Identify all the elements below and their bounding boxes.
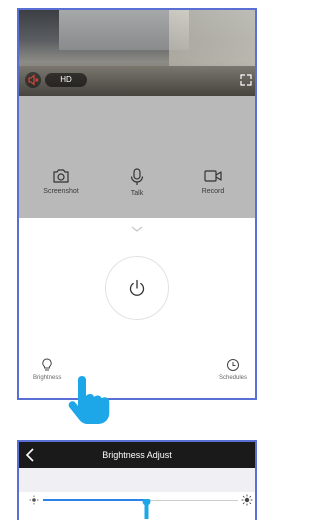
back-arrow-icon[interactable] bbox=[23, 447, 37, 463]
brightness-label: Brightness bbox=[33, 375, 62, 381]
record-button[interactable]: Record bbox=[178, 168, 248, 195]
brightness-slider-fill bbox=[43, 499, 146, 501]
player-controls-panel: Screenshot Talk Record bbox=[19, 96, 255, 218]
schedules-button[interactable]: Schedules bbox=[219, 358, 247, 381]
camera-live-view[interactable]: HD bbox=[19, 10, 255, 96]
device-control-screen: HD Screenshot Talk Record Brightness Sch… bbox=[17, 8, 257, 400]
brightness-slider-track[interactable] bbox=[146, 500, 238, 501]
brightness-button[interactable]: Brightness bbox=[33, 358, 61, 381]
talk-label: Talk bbox=[130, 190, 144, 197]
chevron-down-icon[interactable] bbox=[131, 226, 143, 232]
record-label: Record bbox=[201, 188, 225, 195]
power-icon bbox=[129, 279, 145, 296]
video-camera-icon bbox=[204, 170, 222, 182]
brightness-adjust-screen: Brightness Adjust bbox=[17, 440, 257, 520]
clock-icon bbox=[227, 359, 240, 371]
mute-button[interactable] bbox=[25, 72, 41, 88]
lightbulb-icon bbox=[42, 358, 52, 371]
sun-dim-icon bbox=[29, 495, 39, 505]
page-title: Brightness Adjust bbox=[102, 450, 172, 460]
expand-icon bbox=[240, 74, 252, 86]
camera-icon bbox=[53, 169, 69, 183]
brightness-slider-area bbox=[19, 492, 255, 520]
quality-toggle-button[interactable]: HD bbox=[45, 73, 87, 87]
camera-scene-highlight bbox=[169, 10, 255, 66]
speaker-muted-icon bbox=[28, 74, 39, 86]
microphone-icon bbox=[130, 168, 144, 185]
section-spacer bbox=[19, 468, 255, 492]
schedules-label: Schedules bbox=[219, 375, 248, 381]
hand-pointer-icon bbox=[68, 376, 110, 424]
screenshot-label: Screenshot bbox=[43, 188, 79, 195]
sun-bright-icon bbox=[241, 494, 253, 506]
screenshot-button[interactable]: Screenshot bbox=[26, 168, 96, 195]
fullscreen-button[interactable] bbox=[239, 73, 253, 87]
brightness-slider-thumb[interactable] bbox=[140, 499, 153, 519]
talk-button[interactable]: Talk bbox=[102, 168, 172, 197]
